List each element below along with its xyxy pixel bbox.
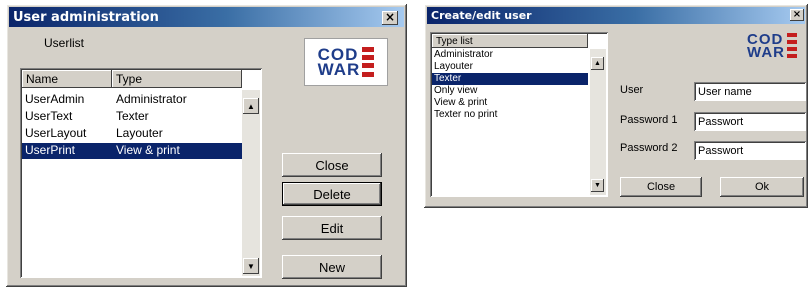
scroll-up-icon[interactable]: ▲	[591, 57, 604, 70]
row-name: UserPrint	[25, 143, 76, 157]
scroll-up-icon[interactable]: ▲	[243, 98, 259, 114]
type-list-scrollbar[interactable]: ▲ ▼	[590, 49, 606, 195]
logo-wordmark: COD WAR	[317, 46, 375, 79]
close-icon[interactable]: ×	[382, 11, 398, 25]
codeware-logo: COD WAR	[738, 26, 806, 66]
table-row-selected[interactable]: UserPrint View & print	[22, 143, 242, 159]
row-name: UserText	[25, 109, 73, 123]
type-list-body: Administrator Layouter Texter Only view …	[432, 49, 588, 195]
column-header-name[interactable]: Name	[22, 70, 112, 88]
row-type: View & print	[116, 143, 180, 157]
password-1-field[interactable]: Passwort	[694, 112, 806, 131]
close-icon[interactable]: ×	[790, 9, 804, 21]
list-item[interactable]: Administrator	[432, 49, 588, 61]
column-header-type[interactable]: Type	[112, 70, 242, 88]
user-label: User	[620, 84, 644, 96]
dialog-title: User administration	[13, 9, 159, 25]
create-edit-user-dialog: Create/edit user × Type list Administrat…	[424, 4, 808, 208]
delete-button[interactable]: Delete	[282, 182, 382, 206]
list-item[interactable]: Texter no print	[432, 109, 588, 121]
password-2-label: Password 2	[620, 142, 678, 154]
list-item[interactable]: Layouter	[432, 61, 588, 73]
user-list[interactable]: Name Type UserAdmin Administrator UserTe…	[20, 68, 262, 278]
row-type: Layouter	[116, 126, 163, 140]
user-administration-dialog: User administration × Userlist COD WAR N…	[6, 4, 407, 287]
row-type: Administrator	[116, 92, 187, 106]
password-2-field[interactable]: Passwort	[694, 141, 806, 160]
userlist-label: Userlist	[44, 36, 85, 50]
dialog-title: Create/edit user	[431, 9, 532, 22]
row-name: UserAdmin	[25, 92, 85, 106]
title-bar: User administration	[9, 7, 404, 27]
user-list-body: UserAdmin Administrator UserText Texter …	[22, 90, 242, 276]
logo-bars-icon	[787, 32, 797, 59]
table-row[interactable]: UserAdmin Administrator	[22, 92, 242, 108]
list-item[interactable]: View & print	[432, 97, 588, 109]
user-list-scrollbar[interactable]: ▲ ▼	[242, 90, 260, 276]
row-type: Texter	[116, 109, 149, 123]
type-list[interactable]: Type list Administrator Layouter Texter …	[430, 32, 608, 197]
logo-line-2: WAR	[747, 44, 785, 61]
new-button[interactable]: New	[282, 255, 382, 279]
close-button[interactable]: Close	[282, 153, 382, 177]
password-1-label: Password 1	[620, 114, 678, 126]
codeware-logo: COD WAR	[304, 38, 388, 86]
edit-button[interactable]: Edit	[282, 216, 382, 240]
list-item-selected[interactable]: Texter	[432, 73, 588, 85]
scroll-down-icon[interactable]: ▼	[591, 179, 604, 192]
table-row[interactable]: UserLayout Layouter	[22, 126, 242, 142]
list-item[interactable]: Only view	[432, 85, 588, 97]
row-name: UserLayout	[25, 126, 87, 140]
type-list-header[interactable]: Type list	[432, 34, 588, 48]
scroll-down-icon[interactable]: ▼	[243, 258, 259, 274]
user-name-field[interactable]: User name	[694, 82, 806, 101]
logo-wordmark: COD WAR	[747, 32, 797, 61]
title-bar: Create/edit user	[427, 7, 805, 24]
close-button[interactable]: Close	[620, 177, 702, 197]
ok-button[interactable]: Ok	[720, 177, 804, 197]
logo-line-2: WAR	[317, 60, 361, 79]
logo-bars-icon	[362, 46, 375, 77]
table-row[interactable]: UserText Texter	[22, 109, 242, 125]
